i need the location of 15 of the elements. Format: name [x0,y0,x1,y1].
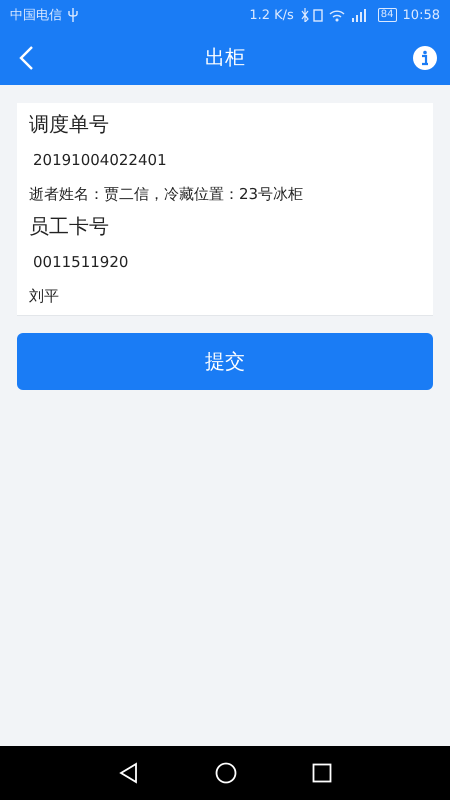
network-speed: 1.2 K/s [249,8,294,22]
page-title: 出柜 [204,44,246,71]
field-label: 调度单号 [29,111,110,138]
field-note: 逝者姓名：贾二信，冷藏位置：23号冰柜 [29,184,304,205]
submit-button[interactable]: 提交 [17,333,433,390]
battery-level: 84 [378,8,397,22]
field-label: 员工卡号 [29,213,110,240]
usb-icon [68,8,78,22]
field-note: 刘平 [29,286,60,307]
clock-time: 10:58 [402,8,440,22]
recents-icon[interactable] [312,763,332,783]
info-button[interactable] [412,44,438,70]
back-icon[interactable] [118,762,140,784]
home-icon[interactable] [214,762,237,784]
carrier-name: 中国电信 [10,7,62,24]
